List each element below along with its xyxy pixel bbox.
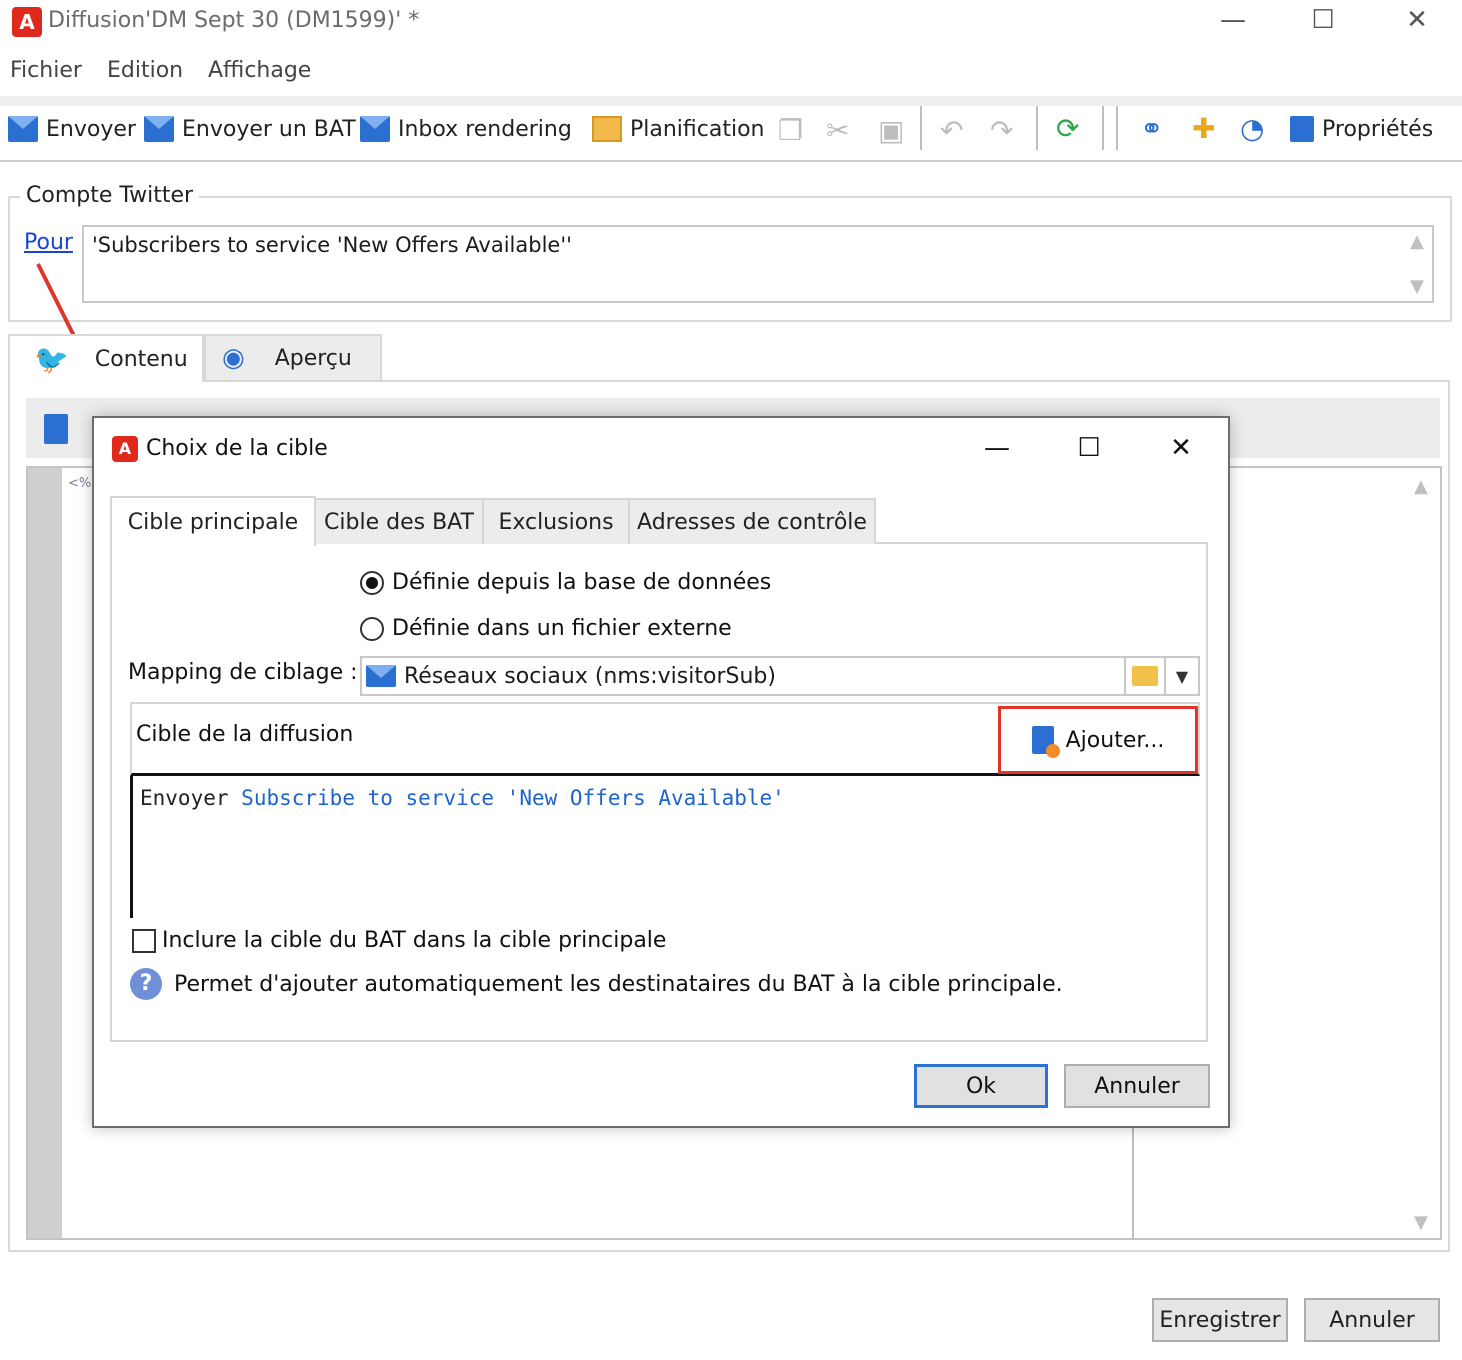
help-text: Permet d'ajouter automatiquement les des… — [174, 971, 1063, 997]
radio-external-file-dot — [360, 616, 384, 641]
toolbar-separator — [1102, 106, 1104, 150]
help-icon: ? — [130, 968, 162, 1000]
ajouter-button[interactable]: Ajouter... — [998, 706, 1198, 774]
mapping-label: Mapping de ciblage : — [128, 660, 358, 685]
radio-database-label: Définie depuis la base de données — [392, 570, 772, 595]
refresh-icon[interactable]: ⟳ — [1056, 112, 1079, 145]
tab-cible-bat[interactable]: Cible des BAT — [314, 498, 484, 544]
tab-cible-principale[interactable]: Cible principale — [110, 496, 316, 546]
minimize-button[interactable]: — — [1208, 0, 1258, 40]
dialog-maximize-button[interactable]: ☐ — [1066, 428, 1112, 468]
editor-scroll-down-icon[interactable]: ▼ — [1414, 1212, 1428, 1233]
menu-edition[interactable]: Edition — [107, 58, 183, 83]
tab-contenu-label: Contenu — [94, 346, 188, 372]
scroll-up-icon[interactable]: ▲ — [1410, 231, 1424, 252]
tracking-icon[interactable]: ◔ — [1240, 112, 1264, 145]
radio-external-file-label: Définie dans un fichier externe — [392, 616, 732, 641]
paste-icon[interactable]: ▣ — [878, 114, 904, 147]
eye-icon: ◉ — [222, 343, 245, 373]
cible-label: Cible de la diffusion — [136, 722, 354, 747]
dialog-cancel-button[interactable]: Annuler — [1064, 1064, 1210, 1108]
tab-apercu-label: Aperçu — [274, 345, 352, 371]
envoyer-bat-label: Envoyer un BAT — [182, 116, 356, 142]
tab-exclusions[interactable]: Exclusions — [482, 498, 630, 544]
mapping-folder-button[interactable] — [1126, 656, 1166, 696]
save-button[interactable]: Enregistrer — [1152, 1298, 1288, 1342]
calendar-icon — [592, 116, 622, 142]
pour-field[interactable]: 'Subscribers to service 'New Offers Avai… — [82, 225, 1434, 303]
toolbar-separator — [1116, 106, 1118, 150]
chevron-down-icon[interactable]: ▼ — [1166, 656, 1200, 696]
menu-fichier[interactable]: Fichier — [10, 58, 82, 83]
planification-label: Planification — [630, 116, 765, 142]
inbox-rendering-icon — [360, 116, 390, 142]
dialog-close-button[interactable]: ✕ — [1158, 428, 1204, 468]
include-bat-checkbox[interactable]: Inclure la cible du BAT dans la cible pr… — [132, 928, 666, 953]
checkbox-box — [132, 928, 156, 953]
proprietes-button[interactable]: Propriétés — [1290, 112, 1433, 146]
editor-gutter — [28, 468, 62, 1238]
social-network-icon — [366, 665, 396, 687]
ok-button[interactable]: Ok — [914, 1064, 1048, 1108]
planification-button[interactable]: Planification — [592, 112, 765, 146]
inbox-rendering-button[interactable]: Inbox rendering — [360, 112, 572, 146]
tab-contenu[interactable]: 🐦 Contenu — [8, 334, 204, 382]
editor-code: <% — [68, 476, 92, 491]
dialog-logo-icon: A — [112, 436, 138, 462]
editor-divider — [1132, 1124, 1134, 1240]
envoyer-button[interactable]: Envoyer — [8, 112, 136, 146]
envoyer-label: Envoyer — [46, 116, 136, 142]
maximize-button[interactable]: ☐ — [1298, 0, 1348, 40]
folder-icon — [1132, 666, 1158, 686]
cancel-button[interactable]: Annuler — [1304, 1298, 1440, 1342]
app-logo-icon: A — [12, 7, 42, 37]
ajouter-label: Ajouter... — [1065, 727, 1165, 753]
cible-prefix: Envoyer — [140, 786, 229, 810]
insert-icon[interactable] — [44, 414, 68, 444]
twitter-icon: 🐦 — [34, 342, 69, 376]
redo-icon[interactable]: ↷ — [990, 114, 1013, 147]
mapping-value: Réseaux sociaux (nms:visitorSub) — [404, 663, 776, 689]
close-button[interactable]: ✕ — [1392, 0, 1442, 40]
dialog-minimize-button[interactable]: — — [974, 428, 1020, 468]
cible-link[interactable]: Subscribe to service 'New Offers Availab… — [241, 786, 785, 810]
radio-database-dot — [360, 570, 384, 595]
radio-external-file[interactable]: Définie dans un fichier externe — [360, 616, 732, 641]
menu-affichage[interactable]: Affichage — [208, 58, 311, 83]
proprietes-label: Propriétés — [1322, 116, 1434, 142]
link-icon[interactable]: ⚭ — [1140, 112, 1163, 145]
add-target-icon — [1031, 726, 1060, 758]
tab-adresses-controle[interactable]: Adresses de contrôle — [628, 498, 876, 544]
pour-value: 'Subscribers to service 'New Offers Avai… — [92, 233, 572, 257]
pour-link[interactable]: Pour — [24, 230, 73, 255]
inbox-rendering-label: Inbox rendering — [398, 116, 572, 142]
menu-bar: Fichier Edition Affichage — [0, 50, 1462, 90]
clipboard-icon — [1290, 116, 1314, 142]
radio-database[interactable]: Définie depuis la base de données — [360, 570, 771, 595]
envelope-check-icon — [144, 116, 174, 142]
scroll-down-icon[interactable]: ▼ — [1410, 276, 1424, 297]
compte-twitter-legend: Compte Twitter — [20, 183, 200, 208]
help-row: ? Permet d'ajouter automatiquement les d… — [130, 968, 1063, 1000]
cut-icon[interactable]: ✂ — [826, 114, 849, 147]
tab-apercu[interactable]: ◉ Aperçu — [204, 334, 382, 382]
cible-description: Envoyer Subscribe to service 'New Offers… — [140, 786, 785, 810]
envoyer-bat-button[interactable]: Envoyer un BAT — [144, 112, 356, 146]
toolbar-separator — [920, 106, 922, 150]
window-title: Diffusion'DM Sept 30 (DM1599)' * — [48, 8, 420, 33]
copy-icon[interactable]: ❐ — [778, 114, 803, 147]
title-bar: A Diffusion'DM Sept 30 (DM1599)' * — ☐ ✕ — [0, 0, 1462, 46]
dialog-title: Choix de la cible — [146, 436, 328, 461]
include-bat-label: Inclure la cible du BAT dans la cible pr… — [162, 928, 667, 953]
editor-scroll-up-icon[interactable]: ▲ — [1414, 476, 1428, 497]
envelope-icon — [8, 116, 38, 142]
toolbar-separator — [1036, 106, 1038, 150]
mapping-field[interactable]: Réseaux sociaux (nms:visitorSub) — [360, 656, 1126, 696]
gift-icon[interactable]: ✚ — [1192, 112, 1215, 145]
undo-icon[interactable]: ↶ — [940, 114, 963, 147]
